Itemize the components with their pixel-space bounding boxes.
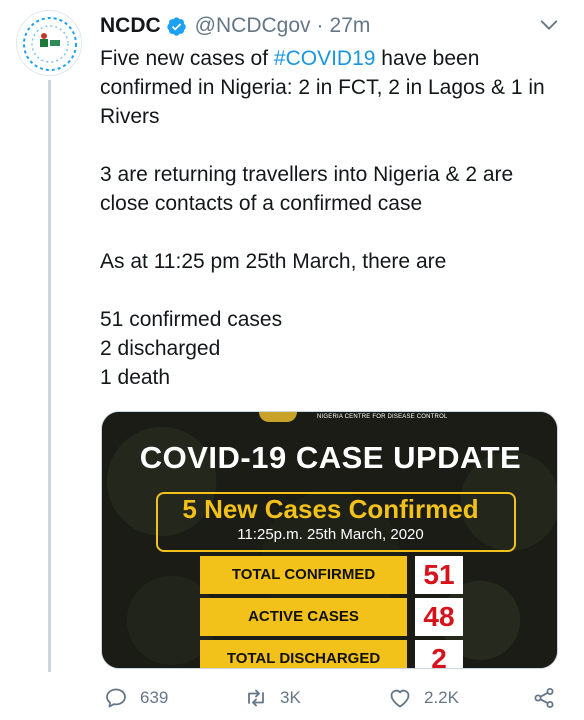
retweet-icon (248, 689, 264, 707)
reply-count: 639 (140, 688, 169, 707)
tweet-image[interactable]: NIGERIA CENTRE FOR DISEASE CONTROL COVID… (101, 411, 558, 669)
reply-button[interactable]: 639 (104, 683, 168, 713)
tweet[interactable]: NCDC @NCDCgov · 27m Five new cases of #C… (0, 0, 584, 720)
ncdc-logo-icon (23, 17, 77, 71)
thread-line (48, 80, 51, 672)
image-title: COVID-19 CASE UPDATE (139, 440, 522, 475)
action-bar: 639 3K 2.2K (100, 683, 560, 713)
stat-row: TOTAL CONFIRMED 51 (200, 556, 463, 594)
stat-label: ACTIVE CASES (200, 598, 407, 636)
chevron-down-icon[interactable] (538, 14, 560, 36)
stat-value: 51 (415, 556, 463, 594)
image-date: 11:25p.m. 25th March, 2020 (237, 526, 424, 543)
stat-line-confirmed: 51 confirmed cases (100, 308, 283, 331)
tweet-header: NCDC @NCDCgov · 27m (100, 12, 370, 40)
tweet-paragraph: Five new cases of #COVID19 have been con… (100, 44, 560, 131)
tweet-text-segment: Five new cases of (100, 47, 274, 70)
stat-label: TOTAL DISCHARGED (200, 640, 407, 668)
author-name[interactable]: NCDC (100, 14, 161, 38)
like-button[interactable]: 2.2K (388, 683, 459, 713)
stat-line-death: 1 death (100, 366, 171, 389)
image-subtitle: 5 New Cases Confirmed (182, 494, 479, 524)
verified-badge-icon (166, 16, 186, 36)
stat-label: TOTAL CONFIRMED (200, 556, 407, 594)
coat-of-arms-icon (259, 412, 297, 422)
tweet-text: Five new cases of #COVID19 have been con… (100, 44, 560, 392)
retweet-count: 3K (280, 688, 301, 707)
share-button[interactable] (532, 683, 556, 713)
retweet-button[interactable]: 3K (244, 683, 301, 713)
stat-row: TOTAL DISCHARGED 2 (200, 640, 463, 668)
stat-row: ACTIVE CASES 48 (200, 598, 463, 636)
stat-line-discharged: 2 discharged (100, 337, 221, 360)
org-name: NIGERIA CENTRE FOR DISEASE CONTROL (317, 414, 448, 420)
like-count: 2.2K (424, 688, 459, 707)
like-icon (390, 689, 410, 708)
stat-value: 2 (415, 640, 463, 668)
hashtag-link[interactable]: #COVID19 (274, 47, 376, 70)
stat-value: 48 (415, 598, 463, 636)
share-icon (534, 688, 554, 708)
separator-dot: · (316, 14, 324, 37)
reply-icon (106, 688, 126, 708)
tweet-paragraph: As at 11:25 pm 25th March, there are (100, 250, 447, 273)
tweet-paragraph: 3 are returning travellers into Nigeria … (100, 163, 514, 215)
author-handle[interactable]: @NCDCgov (195, 14, 311, 38)
timestamp[interactable]: 27m (330, 14, 371, 38)
avatar[interactable] (16, 10, 82, 76)
